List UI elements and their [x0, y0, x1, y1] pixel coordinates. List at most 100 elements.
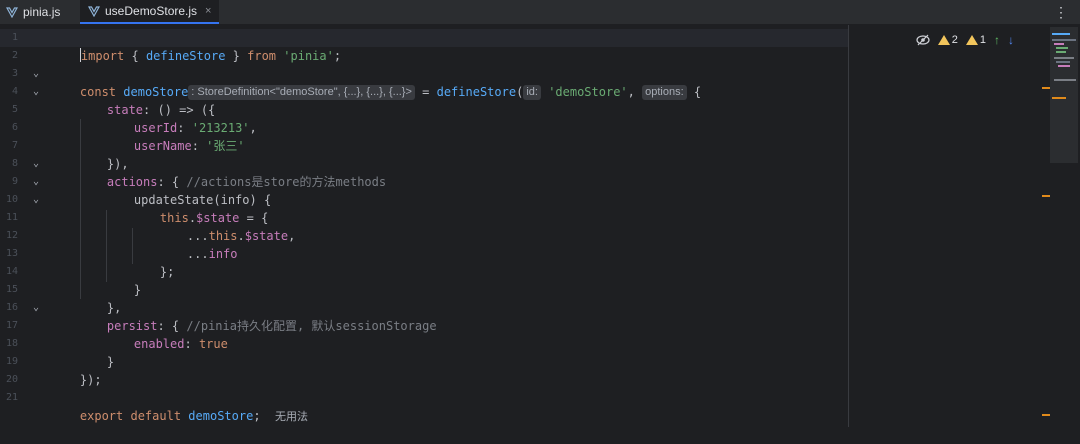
punctuation: : [184, 337, 199, 351]
fold-chevron-icon[interactable]: ⌄ [33, 191, 43, 209]
punctuation: . [237, 229, 245, 243]
warning-count-a[interactable]: 2 [937, 34, 958, 46]
code-line-13[interactable]: }; [131, 245, 174, 279]
code-line-1[interactable]: import { defineStore } from 'pinia'; [51, 29, 341, 63]
minimap-line [1054, 79, 1076, 81]
string-literal: '张三' [206, 139, 245, 153]
code-line-21[interactable]: export default demoStore; 无用法 [51, 389, 308, 423]
code-line-5[interactable]: userId: '213213', [105, 101, 257, 135]
minimap-line [1054, 57, 1074, 59]
code-line-19[interactable]: }); [51, 353, 102, 387]
code-text: } [133, 283, 142, 297]
line-number: 10 [5, 194, 18, 205]
weak-warning-icon [965, 35, 978, 45]
keyword-import: import [80, 49, 125, 63]
line-number: 14 [5, 266, 18, 277]
right-margin-guide [848, 25, 849, 427]
code-line-18[interactable]: } [78, 335, 114, 369]
tab-usedemostore-js[interactable]: useDemoStore.js × [80, 0, 220, 24]
line-number: 5 [11, 104, 18, 115]
line-number: 17 [5, 320, 18, 331]
punctuation: ; [253, 409, 261, 423]
next-problem-arrow-icon[interactable]: ↓ [1008, 33, 1014, 47]
fold-chevron-icon[interactable]: ⌄ [33, 65, 43, 83]
fold-chevron-icon[interactable]: ⌄ [33, 299, 43, 317]
punctuation: ; [333, 49, 342, 63]
property-enabled: enabled [133, 337, 185, 351]
code-editor[interactable]: 1 2 3 4 5 6 7 8 9 10 11 12 13 14 15 16 1… [0, 25, 1048, 427]
eye-crossed-icon[interactable] [916, 34, 930, 46]
punctuation: ( [516, 85, 524, 99]
inspection-widget[interactable]: 2 1 ↑ ↓ [916, 33, 1014, 47]
close-icon[interactable]: × [205, 5, 211, 17]
code-line-17[interactable]: enabled: true [105, 317, 228, 351]
minimap[interactable] [1042, 25, 1080, 427]
minimap-line [1052, 39, 1076, 41]
fold-chevron-icon[interactable]: ⌄ [33, 155, 43, 173]
warning-count-b[interactable]: 1 [965, 34, 986, 46]
code-text: }; [159, 265, 175, 279]
minimap-line [1052, 97, 1066, 99]
warning-marker[interactable] [1042, 195, 1050, 197]
code-line-8[interactable]: actions: { //actions是store的方法methods [78, 155, 386, 189]
punctuation: : [191, 139, 207, 153]
code-line-9[interactable]: updateState(info) { [105, 173, 271, 207]
property-state: $state [244, 229, 289, 243]
vue-file-icon [6, 7, 18, 18]
minimap-line [1056, 51, 1066, 53]
warning-marker[interactable] [1042, 87, 1050, 89]
tab-pinia-js[interactable]: pinia.js [6, 0, 60, 24]
line-number: 15 [5, 284, 18, 295]
keyword-from: from [247, 49, 277, 63]
string-literal: 'pinia' [283, 49, 334, 63]
code-line-7[interactable]: }), [78, 137, 129, 171]
punctuation: { [124, 49, 146, 63]
code-line-6[interactable]: userName: '张三' [105, 119, 245, 153]
string-literal: 'demoStore' [548, 85, 628, 99]
identifier-definestore: defineStore [145, 49, 226, 63]
identifier-info: info [208, 247, 238, 261]
identifier-definestore: defineStore [436, 85, 517, 99]
punctuation: , [288, 229, 296, 243]
line-number: 11 [5, 212, 18, 223]
tab-label: pinia.js [23, 5, 61, 19]
code-line-10[interactable]: this.$state = { [131, 191, 268, 225]
spread-operator: ... [186, 247, 209, 261]
code-line-11[interactable]: ...this.$state, [158, 209, 295, 243]
punctuation: } [225, 49, 248, 63]
line-number: 20 [5, 374, 18, 385]
code-line-3[interactable]: const demoStore: StoreDefinition<"demoSt… [51, 65, 701, 100]
line-number: 18 [5, 338, 18, 349]
vue-file-icon [88, 6, 100, 17]
line-number: 13 [5, 248, 18, 259]
minimap-line [1056, 61, 1070, 63]
fold-chevron-icon[interactable]: ⌄ [33, 83, 43, 101]
code-text: }); [79, 373, 102, 387]
line-number: 21 [5, 392, 18, 403]
minimap-viewport[interactable] [1050, 27, 1078, 163]
warning-marker[interactable] [1042, 414, 1050, 416]
line-number: 7 [11, 140, 18, 151]
type-inlay-hint: : StoreDefinition<"demoStore", {...}, {.… [188, 85, 415, 100]
usages-inlay-hint[interactable]: 无用法 [275, 411, 308, 423]
line-number: 4 [11, 86, 18, 97]
fold-chevron-icon[interactable]: ⌄ [33, 173, 43, 191]
previous-problem-arrow-icon[interactable]: ↑ [994, 33, 1000, 47]
line-number: 8 [11, 158, 18, 169]
warning-count-text: 1 [979, 34, 986, 46]
code-line-15[interactable]: }, [78, 281, 121, 315]
code-text: } [106, 355, 115, 369]
code-line-12[interactable]: ...info [158, 227, 238, 261]
code-line-4[interactable]: state: () => ({ [78, 83, 215, 117]
more-options-icon[interactable]: ⋮ [1054, 4, 1068, 21]
param-inlay-hint-id: id: [523, 85, 541, 100]
line-number: 19 [5, 356, 18, 367]
punctuation: { [693, 85, 702, 99]
punctuation: = [414, 85, 437, 99]
minimap-line [1058, 65, 1070, 67]
minimap-line [1052, 33, 1070, 35]
warning-count-text: 2 [951, 34, 958, 46]
code-line-16[interactable]: persist: { //pinia持久化配置, 默认sessionStorag… [78, 299, 437, 333]
line-number: 12 [5, 230, 18, 241]
code-line-14[interactable]: } [105, 263, 141, 297]
